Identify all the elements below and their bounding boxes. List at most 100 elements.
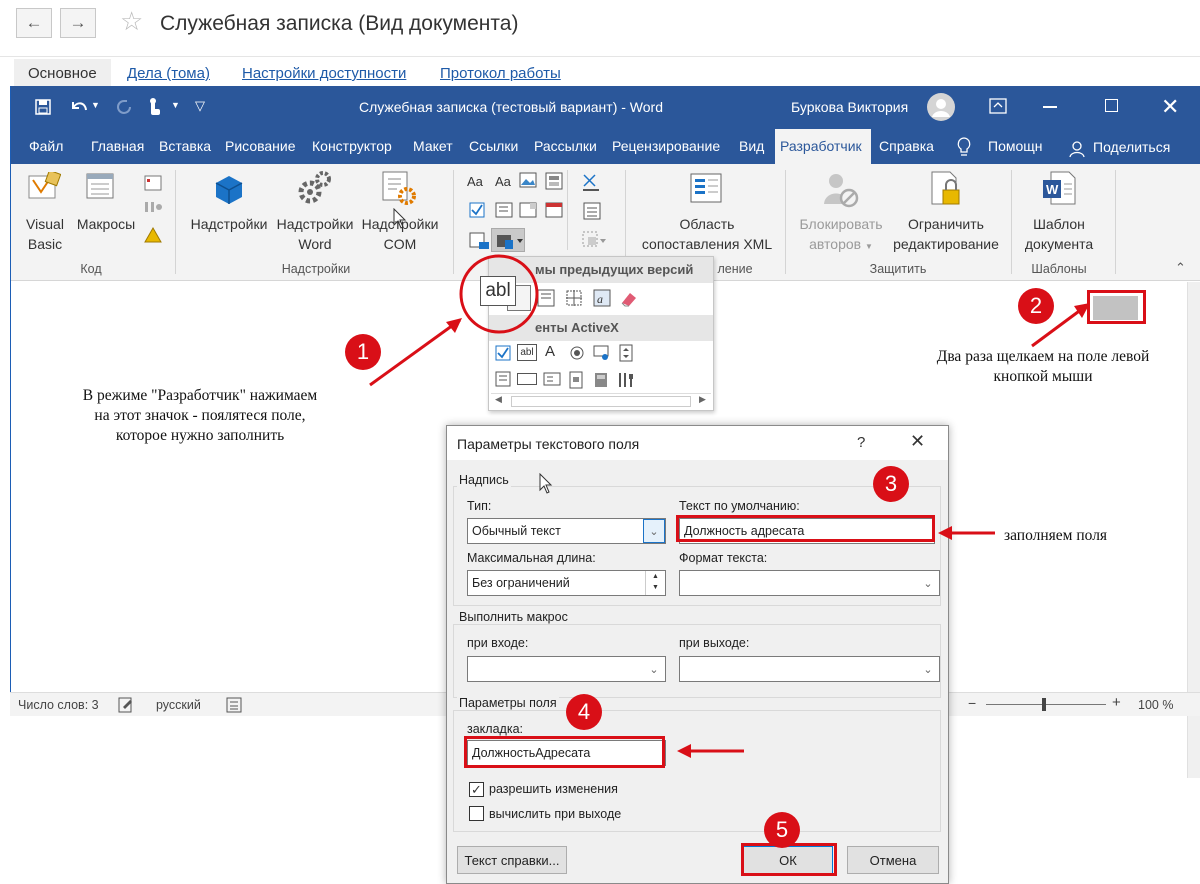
scroll-left-icon[interactable]: ◀	[495, 394, 502, 405]
forward-button[interactable]: →	[60, 8, 96, 38]
chevron-down-icon[interactable]: ⌄	[917, 657, 939, 681]
word-addins-button[interactable]: Надстройки Word	[273, 214, 357, 254]
checkbox-control-icon[interactable]	[469, 202, 485, 218]
word-count[interactable]: Число слов: 3	[18, 698, 99, 712]
building-block-control-icon[interactable]	[545, 172, 563, 190]
touch-mode-icon[interactable]	[147, 96, 163, 118]
date-picker-control-icon[interactable]	[545, 202, 563, 218]
tab-main[interactable]: Основное	[14, 59, 111, 89]
combo-box-control-icon[interactable]	[495, 202, 513, 218]
text-field-legacy-icon[interactable]: abl	[480, 276, 516, 306]
design-mode-icon[interactable]	[581, 172, 601, 192]
user-name[interactable]: Буркова Виктория	[791, 99, 908, 115]
macros-button[interactable]: Макросы	[73, 214, 139, 234]
plain-text-control-icon[interactable]: Aa	[495, 174, 511, 189]
scroll-right-icon[interactable]: ▶	[699, 394, 706, 405]
zoom-slider-thumb[interactable]	[1042, 698, 1046, 711]
tab-help[interactable]: Справка	[879, 138, 934, 154]
type-select[interactable]: Обычный текст ⌄	[467, 518, 666, 544]
zoom-in-icon[interactable]: +	[1112, 694, 1121, 711]
on-entry-select[interactable]: ⌄	[467, 656, 666, 682]
zoom-out-icon[interactable]: −	[968, 695, 976, 711]
activex-image-icon[interactable]	[593, 345, 611, 361]
activex-combo-box-icon[interactable]	[543, 371, 561, 387]
reset-form-fields-icon[interactable]	[619, 289, 639, 307]
activex-checkbox-icon[interactable]	[495, 345, 511, 361]
dialog-close-icon[interactable]: ✕	[910, 431, 925, 452]
allow-changes-checkbox[interactable]: ✓	[469, 782, 484, 797]
collapse-ribbon-icon[interactable]: ⌃	[1175, 260, 1186, 276]
checkbox-form-field-icon[interactable]	[537, 289, 555, 307]
tell-me-search[interactable]: Помощн	[988, 138, 1043, 154]
maximize-icon[interactable]	[1105, 99, 1118, 112]
tab-draw[interactable]: Рисование	[225, 138, 296, 154]
undo-icon[interactable]	[69, 98, 89, 116]
activex-spin-button-icon[interactable]	[619, 344, 633, 362]
minimize-icon[interactable]	[1043, 106, 1057, 108]
drop-down-list-control-icon[interactable]	[519, 202, 537, 218]
favorite-star-icon[interactable]: ☆	[120, 6, 143, 37]
tab-mailings[interactable]: Рассылки	[534, 138, 597, 154]
text-format-select[interactable]: ⌄	[679, 570, 940, 596]
tab-references[interactable]: Ссылки	[469, 138, 518, 154]
chevron-down-icon[interactable]: ⌄	[643, 657, 665, 681]
chevron-down-icon[interactable]: ⌄	[917, 571, 939, 595]
tab-review[interactable]: Рецензирование	[612, 138, 720, 154]
restrict-editing-button[interactable]: Ограничить редактирование	[885, 214, 1007, 254]
max-length-input[interactable]: Без ограничений ▲ ▼	[467, 570, 666, 596]
help-text-button[interactable]: Текст справки...	[457, 846, 567, 874]
save-icon[interactable]	[35, 99, 51, 115]
repeating-section-control-icon[interactable]	[469, 232, 491, 250]
tab-view[interactable]: Вид	[739, 138, 764, 154]
undo-dropdown-icon[interactable]: ▼	[91, 100, 100, 110]
document-template-button[interactable]: Шаблон документа	[1017, 214, 1101, 254]
picture-control-icon[interactable]	[519, 172, 537, 188]
tab-file[interactable]: Файл	[29, 138, 63, 154]
activex-option-button-icon[interactable]	[569, 345, 585, 361]
com-addins-button[interactable]: Надстройки COM	[357, 214, 443, 254]
customize-toolbar-icon[interactable]: ▽	[195, 98, 205, 114]
calc-on-exit-checkbox[interactable]	[469, 806, 484, 821]
accessibility-icon[interactable]	[226, 697, 242, 713]
activex-toggle-button-icon[interactable]	[593, 371, 609, 389]
activex-list-box-icon[interactable]	[495, 371, 511, 387]
legacy-tools-button[interactable]	[491, 228, 525, 252]
share-button[interactable]: Поделиться	[1093, 139, 1170, 155]
tab-design[interactable]: Конструктор	[312, 138, 392, 154]
tab-insert[interactable]: Вставка	[159, 138, 211, 154]
visual-basic-button[interactable]: Visual Basic	[19, 214, 71, 254]
more-controls-icon[interactable]	[617, 371, 635, 389]
chevron-down-icon[interactable]: ⌄	[643, 519, 665, 543]
activex-command-button-icon[interactable]	[517, 373, 537, 385]
tab-home[interactable]: Главная	[91, 138, 144, 154]
cancel-button[interactable]: Отмена	[847, 846, 939, 874]
activex-label-icon[interactable]: A	[545, 343, 555, 360]
shading-form-field-icon[interactable]: a	[593, 289, 611, 307]
max-length-spinner[interactable]: ▲ ▼	[645, 571, 665, 595]
tab-developer[interactable]: Разработчик	[775, 129, 871, 164]
back-button[interactable]: ←	[16, 8, 52, 38]
on-exit-select[interactable]: ⌄	[679, 656, 940, 682]
tab-cases[interactable]: Дела (тома)	[127, 65, 210, 82]
proofing-icon[interactable]	[118, 697, 134, 713]
avatar[interactable]	[927, 93, 955, 121]
xml-mapping-pane-button[interactable]: Область сопоставления XML	[633, 214, 781, 254]
rich-text-control-icon[interactable]: Aa	[467, 174, 483, 189]
language-indicator[interactable]: русский	[156, 698, 201, 712]
tab-layout[interactable]: Макет	[413, 138, 453, 154]
macro-small-icons[interactable]	[143, 174, 163, 254]
frame-form-field-icon[interactable]	[565, 289, 583, 307]
tab-access-settings[interactable]: Настройки доступности	[242, 65, 406, 82]
activex-textbox-icon[interactable]: abl	[517, 344, 537, 361]
ribbon-display-options-icon[interactable]	[989, 98, 1007, 114]
tab-work-log[interactable]: Протокол работы	[440, 65, 561, 82]
addins-button[interactable]: Надстройки	[187, 214, 271, 234]
zoom-level[interactable]: 100 %	[1138, 698, 1173, 712]
zoom-slider[interactable]	[986, 704, 1106, 705]
scroll-thumb[interactable]	[511, 396, 691, 407]
activex-scroll-bar-icon[interactable]	[569, 371, 583, 389]
close-icon[interactable]: ✕	[1161, 94, 1179, 120]
touch-dropdown-icon[interactable]: ▼	[171, 100, 180, 110]
help-button[interactable]: ?	[857, 434, 865, 451]
gallery-scrollbar[interactable]: ◀ ▶	[491, 393, 711, 409]
